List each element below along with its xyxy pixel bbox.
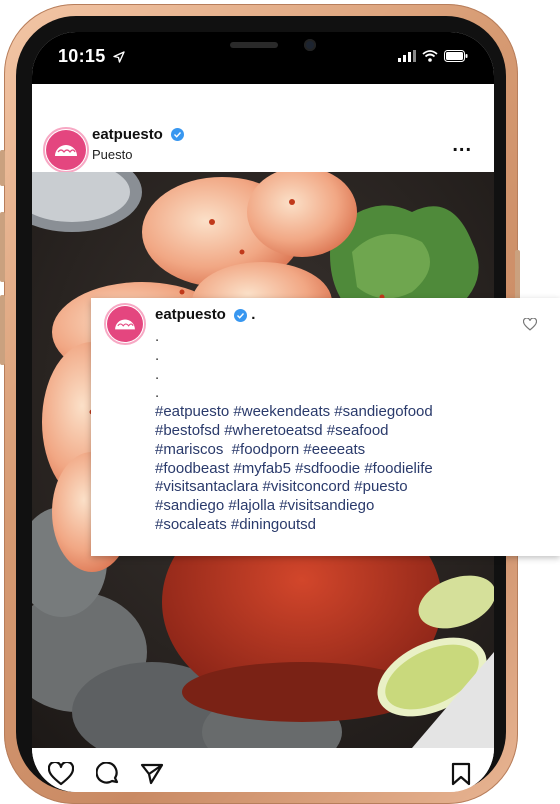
caption-body: . . . . #eatpuesto #weekendeats #sandieg… (155, 328, 515, 535)
mute-switch (0, 150, 5, 186)
post-location[interactable]: Puesto (92, 147, 184, 162)
hashtag-line[interactable]: #mariscos #foodporn #eeeeats (155, 441, 515, 460)
speaker-grille (230, 42, 278, 48)
verified-badge-icon (234, 308, 248, 322)
caption-avatar[interactable] (104, 303, 146, 345)
battery-icon (444, 49, 468, 67)
hashtag-line[interactable]: #visitsantaclara #visitconcord #puesto (155, 478, 515, 497)
caption-dot: . (155, 384, 160, 402)
bookmark-icon[interactable] (450, 762, 472, 791)
signal-icon (398, 49, 416, 67)
caption-username[interactable]: eatpuesto (155, 306, 226, 323)
caption-dot: . (155, 346, 160, 364)
hashtag-line[interactable]: #foodbeast #myfab5 #sdfoodie #foodielife (155, 460, 515, 479)
hashtag-line[interactable]: #bestofsd #wheretoeatsd #seafood (155, 422, 515, 441)
caption-suffix: . (251, 306, 256, 323)
more-options-icon[interactable]: ... (452, 134, 472, 157)
send-icon[interactable] (140, 762, 164, 791)
status-bar: 10:15 (32, 32, 494, 84)
notch (154, 32, 372, 66)
wifi-icon (422, 49, 438, 67)
status-icons (398, 49, 468, 67)
volume-up-button (0, 212, 5, 282)
hashtag-block: #eatpuesto #weekendeats #sandiegofood #b… (155, 403, 515, 535)
status-time: 10:15 (58, 46, 125, 68)
post-actions (32, 748, 494, 792)
comment-icon[interactable] (95, 761, 120, 791)
time-label: 10:15 (58, 46, 106, 66)
caption-dot: . (155, 328, 160, 345)
volume-down-button (0, 295, 5, 365)
caption-like-heart-icon[interactable] (522, 317, 538, 336)
post-author: eatpuesto Puesto (92, 126, 185, 162)
front-camera (304, 39, 316, 51)
hashtag-line[interactable]: #socaleats #diningoutsd (155, 516, 515, 535)
heart-icon[interactable] (47, 760, 75, 791)
location-arrow-icon (113, 47, 125, 68)
verified-badge-icon (171, 128, 185, 142)
hashtag-line[interactable]: #sandiego #lajolla #visitsandiego (155, 497, 515, 516)
post-header: eatpuesto Puesto ... (32, 84, 494, 173)
caption-card: eatpuesto . . . . . #eatpuesto #weekende… (91, 298, 560, 556)
caption-dot: . (155, 365, 160, 383)
profile-avatar[interactable] (43, 127, 89, 173)
hashtag-line[interactable]: #eatpuesto #weekendeats #sandiegofood (155, 403, 515, 422)
caption-author: eatpuesto . (155, 306, 255, 323)
post-username[interactable]: eatpuesto (92, 126, 163, 143)
